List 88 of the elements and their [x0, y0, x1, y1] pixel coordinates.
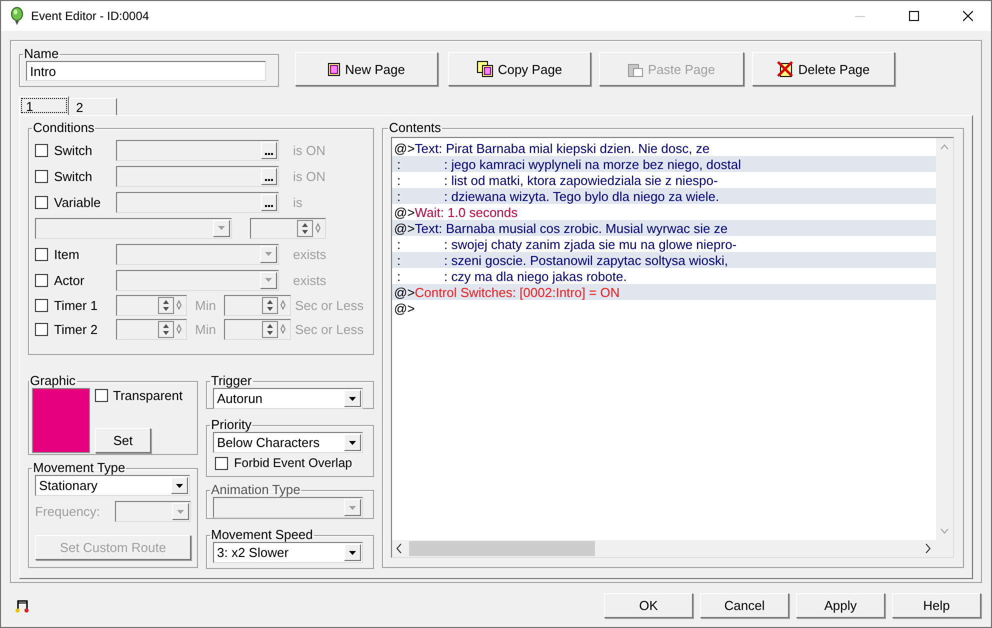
music-icon — [15, 598, 29, 612]
movement-speed-dropdown[interactable]: 3: x2 Slower — [213, 542, 363, 563]
pages-icon — [476, 61, 493, 77]
browse-button[interactable] — [261, 168, 277, 184]
condition-label: Variable — [54, 194, 102, 210]
checkbox[interactable] — [215, 456, 228, 470]
spinner-arrows-icon[interactable] — [158, 296, 184, 314]
caret-icon[interactable] — [349, 440, 356, 444]
dialog-button[interactable]: OK — [604, 593, 693, 618]
browse-button[interactable] — [261, 142, 277, 158]
condition-suffix: Sec or Less — [294, 322, 364, 336]
frequency-label: Frequency: — [35, 504, 100, 519]
switch-picker-field[interactable] — [116, 166, 279, 186]
group-label: Movement Type — [32, 461, 126, 475]
movement-type-dropdown[interactable]: Stationary — [35, 475, 190, 496]
group-label: Conditions — [32, 121, 96, 135]
group-label: Animation Type — [210, 483, 302, 497]
condition-label: Timer 1 — [54, 298, 99, 312]
page-icon — [328, 62, 340, 76]
condition-suffix: exists — [293, 272, 326, 288]
trigger-dropdown[interactable]: Autorun — [213, 388, 363, 409]
condition-suffix: is ON — [293, 142, 326, 158]
condition-suffix: exists — [293, 246, 326, 262]
unit-label: Min — [195, 298, 216, 312]
group-label: Priority — [210, 418, 252, 432]
minutes-spinner[interactable] — [116, 318, 187, 340]
page-button[interactable]: Delete Page — [752, 52, 895, 86]
seconds-spinner[interactable] — [224, 294, 291, 316]
checkbox[interactable] — [35, 170, 48, 182]
page-button[interactable]: New Page — [295, 52, 438, 86]
set-button[interactable]: Set — [95, 428, 151, 453]
checkbox[interactable] — [35, 298, 48, 312]
maximize-icon[interactable] — [909, 11, 919, 21]
page-button[interactable]: Copy Page — [448, 52, 591, 86]
seconds-spinner[interactable] — [224, 318, 291, 340]
close-icon[interactable] — [963, 11, 973, 21]
condition-label: Switch — [54, 142, 94, 158]
condition-label: Actor — [54, 272, 86, 288]
checkbox-label: Forbid Event Overlap — [234, 456, 352, 470]
checkbox[interactable] — [35, 144, 48, 156]
frequency-dropdown[interactable] — [115, 501, 191, 522]
caret-icon[interactable] — [349, 550, 356, 554]
condition-suffix: Sec or Less — [294, 298, 364, 312]
window-title: Event Editor - ID:0004 — [31, 9, 150, 23]
group-label: Name — [23, 47, 60, 61]
priority-dropdown[interactable]: Below Characters — [213, 432, 363, 453]
spinner-arrows-icon[interactable] — [262, 296, 288, 314]
checkbox-label: Transparent — [113, 388, 183, 403]
checkbox[interactable] — [35, 196, 48, 208]
animation-type-dropdown[interactable] — [213, 497, 363, 518]
group-label: Contents — [388, 121, 442, 135]
operator-dropdown[interactable] — [35, 218, 232, 238]
condition-label: Switch — [54, 168, 94, 184]
condition-suffix: is ON — [293, 168, 326, 184]
checkbox[interactable] — [35, 322, 48, 336]
condition-dropdown[interactable] — [116, 270, 279, 290]
app-icon — [11, 7, 23, 25]
spinner-arrows-icon[interactable] — [297, 220, 323, 236]
group-label: Graphic — [29, 374, 77, 388]
dialog-button[interactable]: Help — [892, 593, 981, 618]
name-field[interactable]: Intro — [26, 61, 266, 81]
checkbox[interactable] — [95, 389, 108, 402]
page-tab[interactable]: 1 — [19, 96, 69, 115]
page-tab[interactable]: 2 — [69, 98, 117, 115]
dialog-button[interactable]: Apply — [796, 593, 885, 618]
group-label: Movement Speed — [210, 528, 314, 542]
condition-suffix: is — [293, 194, 302, 210]
minutes-spinner[interactable] — [116, 294, 187, 316]
delete-page-icon — [777, 61, 794, 77]
unit-label: Min — [195, 322, 216, 336]
browse-button[interactable] — [261, 194, 277, 210]
switch-picker-field[interactable] — [116, 192, 279, 212]
caret-icon[interactable] — [349, 396, 356, 400]
dialog-button[interactable]: Cancel — [700, 593, 789, 618]
checkbox[interactable] — [35, 248, 48, 260]
group-label: Trigger — [210, 374, 253, 388]
event-command-list[interactable] — [391, 137, 954, 558]
value-spinner[interactable] — [250, 218, 326, 238]
spinner-arrows-icon[interactable] — [158, 320, 184, 338]
checkbox[interactable] — [35, 274, 48, 286]
switch-picker-field[interactable] — [116, 140, 279, 160]
condition-label: Item — [54, 246, 80, 262]
condition-label: Timer 2 — [54, 322, 99, 336]
spinner-arrows-icon[interactable] — [262, 320, 288, 338]
scroll-thumb[interactable] — [409, 541, 595, 556]
caret-icon[interactable] — [176, 484, 183, 488]
condition-dropdown[interactable] — [116, 244, 279, 264]
clipboard-icon — [628, 62, 643, 76]
